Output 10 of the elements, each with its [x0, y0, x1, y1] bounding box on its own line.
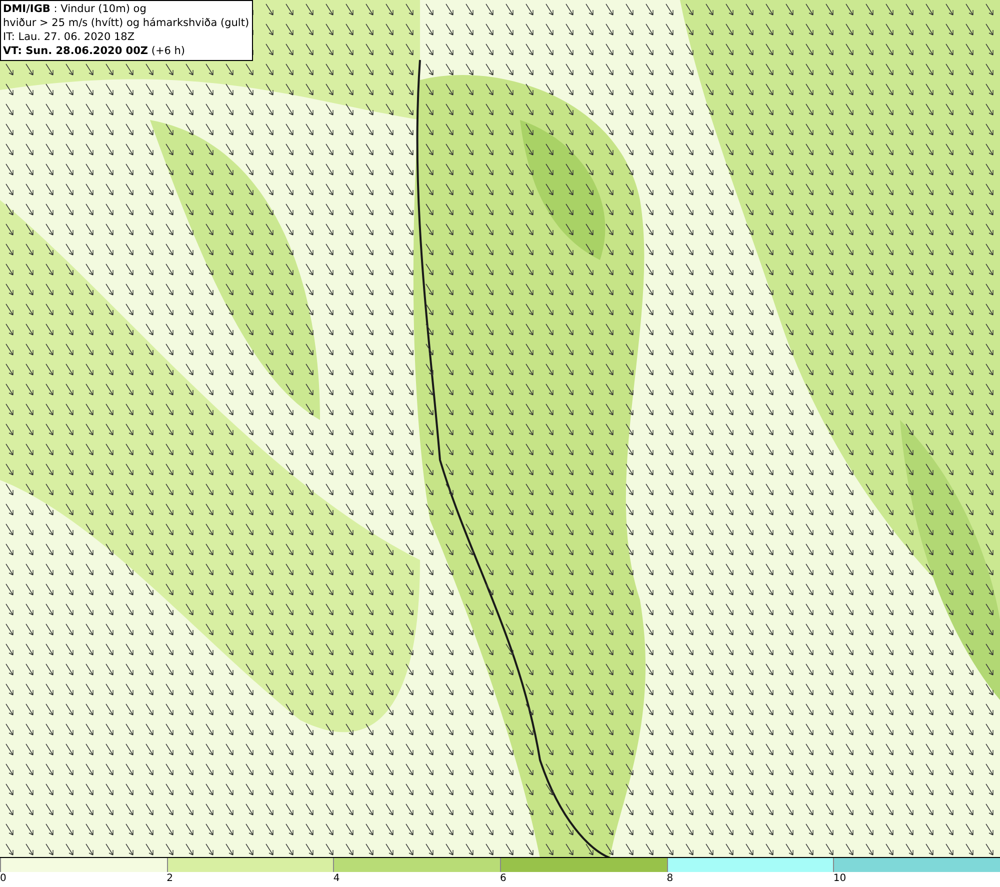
scale-label: 6	[500, 872, 506, 886]
scale-label: 0	[0, 872, 6, 886]
info-text: hviður > 25 m/s (hvítt) og hámarkshviða (gult)	[3, 16, 250, 30]
scale-label: 2	[166, 872, 174, 886]
scale-label: 10	[833, 872, 846, 886]
info-text: VT: Sun. 28.06.2020 00Z (+6 h)	[3, 44, 186, 58]
scale-label: 4	[333, 872, 340, 886]
info-text: DMI/IGB : Vindur (10m) og	[3, 2, 148, 16]
info-text: IT: Lau. 27. 06. 2020 18Z	[3, 30, 136, 44]
scale-label: 8	[666, 872, 674, 886]
